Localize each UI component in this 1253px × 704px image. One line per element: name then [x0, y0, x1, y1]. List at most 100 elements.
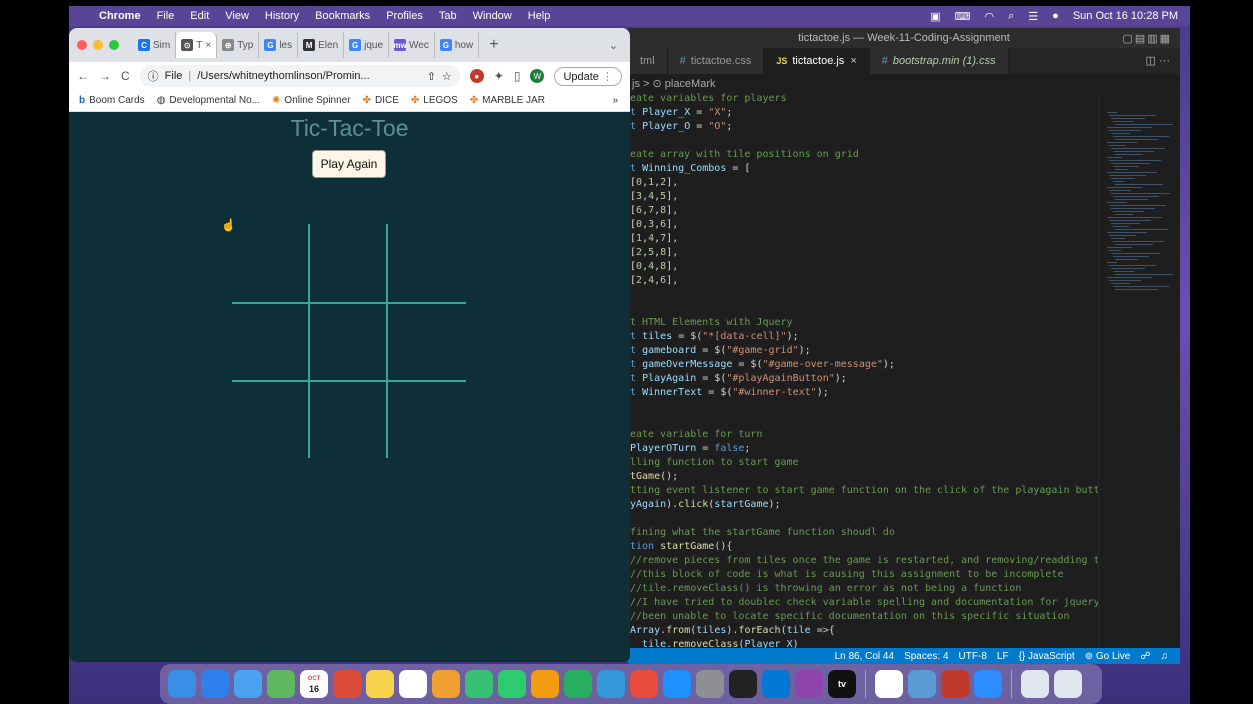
menubar-item-edit[interactable]: Edit — [190, 10, 209, 22]
settings-icon[interactable] — [696, 670, 724, 698]
news-icon[interactable] — [630, 670, 658, 698]
profile-avatar[interactable]: W — [530, 69, 545, 83]
preview-icon[interactable] — [908, 670, 936, 698]
editor-tab-css[interactable]: # tictactoe.css — [667, 48, 765, 74]
status-language[interactable]: {} JavaScript — [1019, 651, 1075, 662]
editor-tab-html[interactable]: tml — [628, 48, 668, 74]
new-tab-icon[interactable]: + — [489, 36, 498, 54]
board-cell[interactable] — [310, 302, 388, 380]
reload-icon[interactable]: C — [121, 69, 130, 83]
keyboard-icon[interactable]: ⌨ — [955, 10, 971, 23]
editor-tab-bootstrap[interactable]: # bootstrap.min (1).css — [869, 48, 1009, 74]
chrome-tab[interactable]: ⊙ T × — [176, 32, 218, 58]
siri-icon[interactable]: ● — [1052, 10, 1059, 22]
forward-icon[interactable]: → — [99, 69, 111, 83]
status-indentation[interactable]: Spaces: 4 — [904, 651, 948, 662]
board-cell[interactable] — [388, 302, 466, 380]
bookmark-boom-cards[interactable]: b Boom Cards — [79, 95, 145, 106]
close-tab-icon[interactable]: × — [205, 40, 211, 51]
update-button[interactable]: Update ⋮ — [554, 66, 622, 86]
code-editor[interactable]: eate variables for players t Player_X = "… — [628, 92, 1098, 648]
bookmark-developmental[interactable]: ◍ Developmental No... — [157, 95, 260, 106]
menubar-item-history[interactable]: History — [265, 10, 299, 22]
mail-icon[interactable] — [234, 670, 262, 698]
board-cell[interactable] — [310, 380, 388, 458]
numbers-icon[interactable] — [564, 670, 592, 698]
menubar-item-help[interactable]: Help — [528, 10, 551, 22]
board-cell[interactable] — [232, 302, 310, 380]
vscode-icon[interactable] — [762, 670, 790, 698]
podcasts-icon[interactable] — [795, 670, 823, 698]
menubar-item-bookmarks[interactable]: Bookmarks — [315, 10, 370, 22]
bookmark-dice[interactable]: ✤ DICE — [363, 95, 399, 106]
chrome-tab[interactable]: Ghow — [435, 32, 480, 58]
share-icon[interactable]: ⇧ — [427, 70, 436, 83]
menubar-datetime[interactable]: Sun Oct 16 10:28 PM — [1073, 10, 1178, 22]
chrome-tab[interactable]: ⊕ Typ — [217, 32, 260, 58]
calendar-icon[interactable]: OCT 16 — [300, 670, 328, 698]
split-editor-icon[interactable]: ◫ ··· — [1146, 54, 1170, 67]
chrome-icon[interactable] — [333, 670, 361, 698]
address-bar[interactable]: ⓘ File | /Users/whitneythomlinson/Promin… — [139, 65, 460, 87]
pages-icon[interactable] — [531, 670, 559, 698]
bookmark-legos[interactable]: ✤ LEGOS — [411, 95, 458, 106]
extensions-puzzle-icon[interactable]: ✦ — [494, 69, 504, 83]
maximize-window-icon[interactable] — [109, 40, 119, 50]
downloads-icon[interactable] — [1021, 670, 1049, 698]
appstore-icon[interactable] — [663, 670, 691, 698]
finder-icon[interactable] — [168, 670, 196, 698]
menubar-item-tab[interactable]: Tab — [439, 10, 457, 22]
zoom-icon[interactable] — [974, 670, 1002, 698]
board-cell[interactable] — [388, 224, 466, 302]
feedback-icon[interactable]: ☍ — [1140, 651, 1150, 662]
tab-search-icon[interactable]: ⌄ — [609, 39, 618, 52]
menubar-item-view[interactable]: View — [225, 10, 249, 22]
bookmark-star-icon[interactable]: ☆ — [442, 70, 452, 83]
chrome-tab[interactable]: C Sim — [133, 32, 177, 58]
reminders-icon[interactable] — [399, 670, 427, 698]
menubar-app-name[interactable]: Chrome — [99, 10, 141, 22]
chrome-tab[interactable]: Gles — [259, 32, 299, 58]
layout-controls-icon[interactable]: ▢▤▥▦ — [1122, 32, 1172, 45]
chrome-tab[interactable]: M Elen — [298, 32, 345, 58]
board-cell[interactable] — [232, 380, 310, 458]
minimize-window-icon[interactable] — [93, 40, 103, 50]
photos-icon[interactable] — [432, 670, 460, 698]
sidepanel-icon[interactable]: ▯ — [514, 69, 521, 83]
status-cursor-position[interactable]: Ln 86, Col 44 — [835, 651, 895, 662]
back-icon[interactable]: ← — [77, 69, 89, 83]
more-bookmarks-icon[interactable]: » — [612, 95, 618, 106]
maps-icon[interactable] — [267, 670, 295, 698]
notifications-icon[interactable]: ♫ — [1161, 651, 1169, 662]
play-again-button[interactable]: Play Again — [312, 150, 386, 178]
menubar-item-window[interactable]: Window — [473, 10, 512, 22]
status-encoding[interactable]: UTF-8 — [959, 651, 987, 662]
slack-icon[interactable] — [875, 670, 903, 698]
extension-icon[interactable]: ● — [469, 69, 484, 83]
notes-icon[interactable] — [366, 670, 394, 698]
screen-icon[interactable] — [941, 670, 969, 698]
keynote-icon[interactable] — [597, 670, 625, 698]
close-icon[interactable]: × — [850, 55, 856, 67]
bookmark-marble-jar[interactable]: ✤ MARBLE JAR — [470, 95, 545, 106]
facetime-icon[interactable] — [498, 670, 526, 698]
info-icon[interactable]: ⓘ — [148, 68, 159, 84]
status-eol[interactable]: LF — [997, 651, 1009, 662]
control-center-icon[interactable]: ☰ — [1028, 10, 1038, 23]
chrome-tab[interactable]: Gjque — [344, 32, 390, 58]
minimap[interactable] — [1098, 92, 1180, 648]
menubar-item-profiles[interactable]: Profiles — [386, 10, 423, 22]
board-cell[interactable] — [388, 380, 466, 458]
wifi-icon[interactable]: ◠ — [985, 10, 995, 23]
messages-icon[interactable] — [465, 670, 493, 698]
chrome-tab[interactable]: mw Wec — [389, 32, 435, 58]
safari-icon[interactable] — [201, 670, 229, 698]
terminal-icon[interactable] — [729, 670, 757, 698]
tv-icon[interactable]: tv — [828, 670, 856, 698]
board-cell[interactable] — [232, 224, 310, 302]
bookmark-online-spinner[interactable]: ✺ Online Spinner — [272, 95, 351, 106]
trash-icon[interactable] — [1054, 670, 1082, 698]
spotlight-icon[interactable]: ⌕ — [1008, 10, 1014, 23]
board-cell[interactable] — [310, 224, 388, 302]
breadcrumb[interactable]: js > ⊙ placeMark — [628, 74, 1180, 92]
